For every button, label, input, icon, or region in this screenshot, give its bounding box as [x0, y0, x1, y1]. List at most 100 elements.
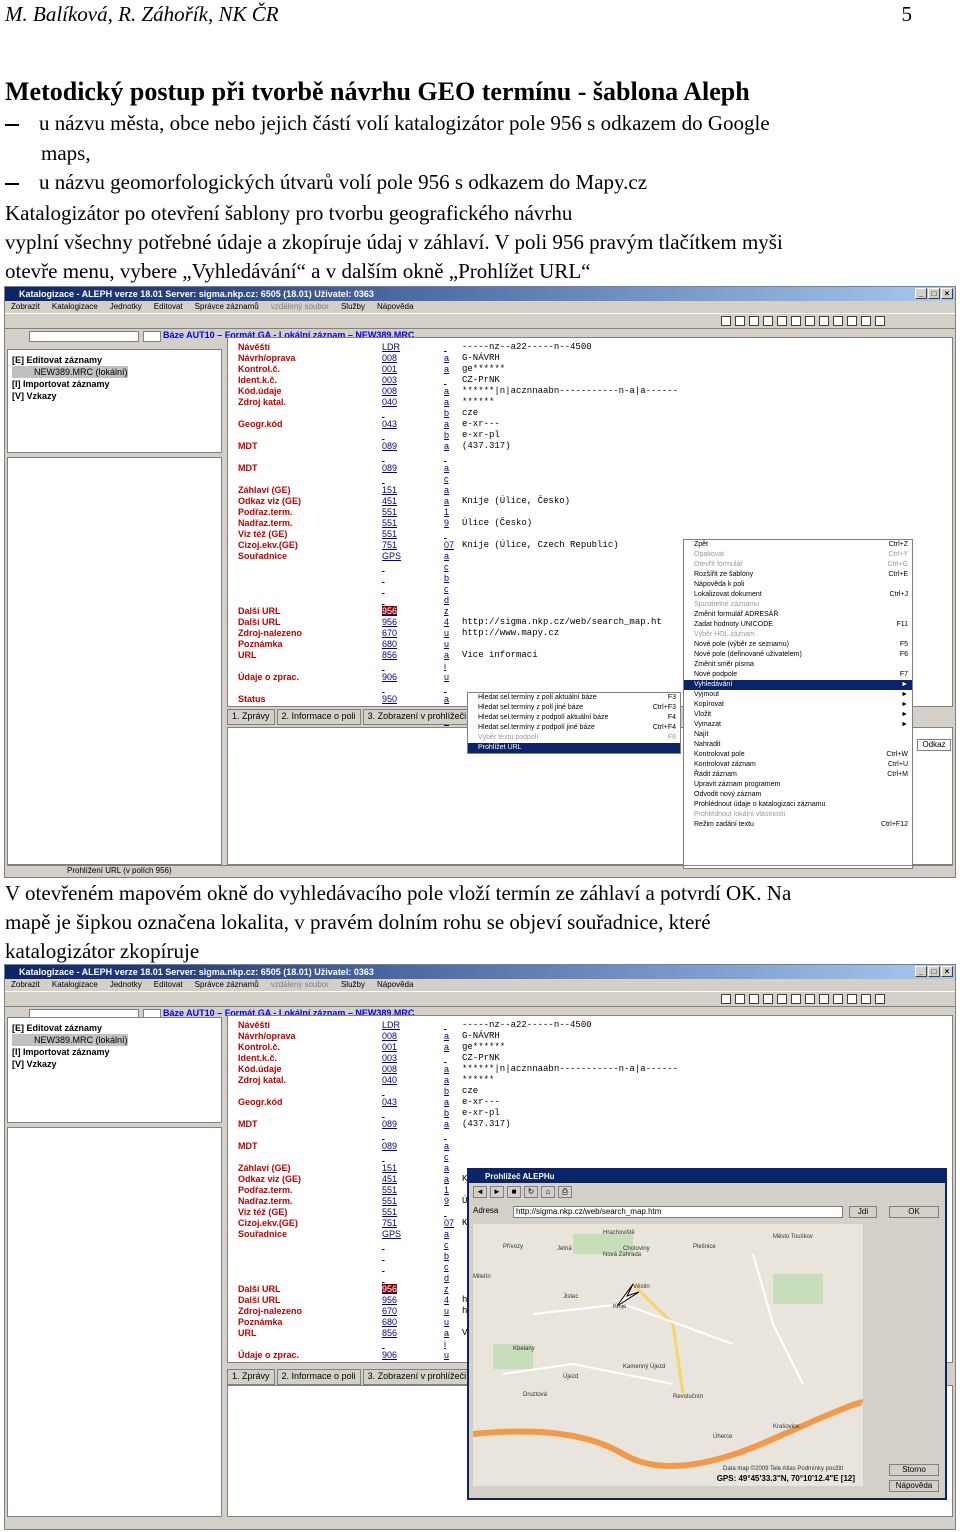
tree-item-local-record[interactable]: NEW389.MRC (lokální) [12, 366, 128, 378]
menu-item[interactable]: Služby [341, 301, 365, 313]
field-name[interactable]: Souřadnice [238, 551, 302, 562]
field-code[interactable] [382, 584, 401, 595]
toolbar-button-icon[interactable] [819, 994, 829, 1004]
field-name[interactable] [238, 1130, 302, 1141]
subfield-code[interactable]: u [444, 639, 454, 650]
menu-item[interactable]: Nápověda [377, 301, 413, 313]
menu-item[interactable]: Jednotky [110, 979, 142, 991]
field-code[interactable]: 551 [382, 1207, 401, 1218]
field-code[interactable]: 551 [382, 1196, 401, 1207]
field-name[interactable]: Nadřaz.term. [238, 518, 302, 529]
field-value[interactable]: G-NÁVRH [462, 353, 678, 364]
subfield-code[interactable]: a [444, 1119, 454, 1130]
subfield-code[interactable]: a [444, 694, 454, 705]
subfield-code[interactable]: a [444, 364, 454, 375]
menu-item[interactable]: Odvodit nový záznam [684, 790, 912, 800]
minimize-icon[interactable]: _ [915, 288, 927, 299]
subfield-code[interactable]: c [444, 1240, 454, 1251]
field-name[interactable] [238, 1339, 302, 1350]
field-code[interactable] [382, 1086, 401, 1097]
field-name[interactable]: Odkaz viz (GE) [238, 496, 302, 507]
subfield-code[interactable]: c [444, 562, 454, 573]
field-value[interactable]: -----nz--a22-----n--4500 [462, 1020, 678, 1031]
field-value[interactable]: ****** [462, 397, 678, 408]
field-code[interactable]: 451 [382, 496, 401, 507]
toolbar-button-icon[interactable] [777, 994, 787, 1004]
menu-item[interactable]: Editovat [154, 979, 183, 991]
menu-item[interactable]: Zobrazit [11, 301, 40, 313]
subfield-code[interactable]: i [444, 661, 454, 672]
menu-item[interactable]: Katalogizace [52, 979, 98, 991]
field-code[interactable] [382, 1339, 401, 1350]
field-value[interactable] [462, 474, 678, 485]
field-code[interactable]: 040 [382, 1075, 401, 1086]
field-name[interactable]: Návrh/oprava [238, 353, 302, 364]
field-name[interactable]: Viz též (GE) [238, 1207, 302, 1218]
subfield-code[interactable] [444, 375, 454, 386]
field-name[interactable]: Další URL [238, 1284, 302, 1295]
field-code[interactable]: 956 [382, 606, 401, 617]
field-value[interactable] [462, 529, 678, 540]
menu-item[interactable]: Služby [341, 979, 365, 991]
field-code[interactable]: 089 [382, 1141, 401, 1152]
field-value[interactable] [462, 1152, 678, 1163]
subfield-code[interactable]: a [444, 1064, 454, 1075]
menu-item[interactable]: Hledat sel.termíny z podpolí aktuální bá… [468, 713, 680, 723]
menu-item[interactable]: Spustitelné záznamu [684, 600, 912, 610]
field-value[interactable]: (437.317) [462, 1119, 678, 1130]
subfield-code[interactable]: b [444, 573, 454, 584]
field-value[interactable]: ******|n|acznnaabn-----------n-a|a------ [462, 1064, 678, 1075]
toolbar-button-icon[interactable] [805, 316, 815, 326]
field-value[interactable]: CZ-PrNK [462, 375, 678, 386]
field-name[interactable] [238, 1251, 302, 1262]
field-code[interactable]: 003 [382, 1053, 401, 1064]
field-value[interactable]: (437.317) [462, 441, 678, 452]
back-icon[interactable]: ◄ [473, 1186, 487, 1198]
field-name[interactable] [238, 474, 302, 485]
subfield-code[interactable]: a [444, 353, 454, 364]
field-code[interactable]: 089 [382, 441, 401, 452]
subfield-code[interactable] [444, 342, 454, 353]
subfield-code[interactable]: 4 [444, 1295, 454, 1306]
toolbar-button-icon[interactable] [763, 994, 773, 1004]
stop-icon[interactable]: ■ [507, 1186, 521, 1198]
tree-item-import[interactable]: [I] Importovat záznamy [12, 1046, 128, 1058]
subfield-code[interactable]: 9 [444, 518, 454, 529]
subfield-code[interactable]: d [444, 1273, 454, 1284]
field-value[interactable] [462, 595, 678, 606]
field-value[interactable]: -----nz--a22-----n--4500 [462, 342, 678, 353]
field-name[interactable]: MDT [238, 463, 302, 474]
tab-field-info[interactable]: 2. Informace o poli [276, 1369, 361, 1385]
field-code[interactable]: 008 [382, 1064, 401, 1075]
field-code[interactable] [382, 661, 401, 672]
print-icon[interactable]: ⎙ [558, 1186, 572, 1198]
menu-item[interactable]: Prohlédnout lokální vlastnosti [684, 810, 912, 820]
field-code[interactable]: 551 [382, 507, 401, 518]
field-value[interactable]: ****** [462, 1075, 678, 1086]
field-name[interactable]: Poznámka [238, 1317, 302, 1328]
field-code[interactable] [382, 408, 401, 419]
menu-item[interactable]: Kontrolovat záznam Ctrl+U [684, 760, 912, 770]
menu-item[interactable]: Nové pole (výběr ze seznamu) F5 [684, 640, 912, 650]
menu-item[interactable]: Správce záznamů [195, 301, 259, 313]
field-name[interactable] [238, 573, 302, 584]
field-value[interactable]: e-xr--- [462, 1097, 678, 1108]
field-name[interactable]: URL [238, 650, 302, 661]
storno-button[interactable]: Storno [889, 1464, 939, 1476]
tree-item-local-record[interactable]: NEW389.MRC (lokální) [12, 1034, 128, 1046]
subfield-code[interactable]: a [444, 419, 454, 430]
subfield-code[interactable]: u [444, 1306, 454, 1317]
tree-item-edit[interactable]: [E] Editovat záznamy [12, 1022, 128, 1034]
menu-item[interactable]: Vymazat ► [684, 720, 912, 730]
field-code[interactable]: 001 [382, 364, 401, 375]
field-name[interactable] [238, 1273, 302, 1284]
menu-item[interactable]: Lokalizovat dokument Ctrl+J [684, 590, 912, 600]
subfield-code[interactable]: 1 [444, 507, 454, 518]
toolbar-button-icon[interactable] [847, 316, 857, 326]
toolbar-button-icon[interactable] [847, 994, 857, 1004]
menu-item[interactable]: Výběr textu podpolí F8 [468, 733, 680, 743]
field-name[interactable]: Další URL [238, 617, 302, 628]
toolbar-button-icon[interactable] [763, 316, 773, 326]
field-code[interactable]: 551 [382, 1185, 401, 1196]
field-code[interactable]: 906 [382, 672, 401, 683]
